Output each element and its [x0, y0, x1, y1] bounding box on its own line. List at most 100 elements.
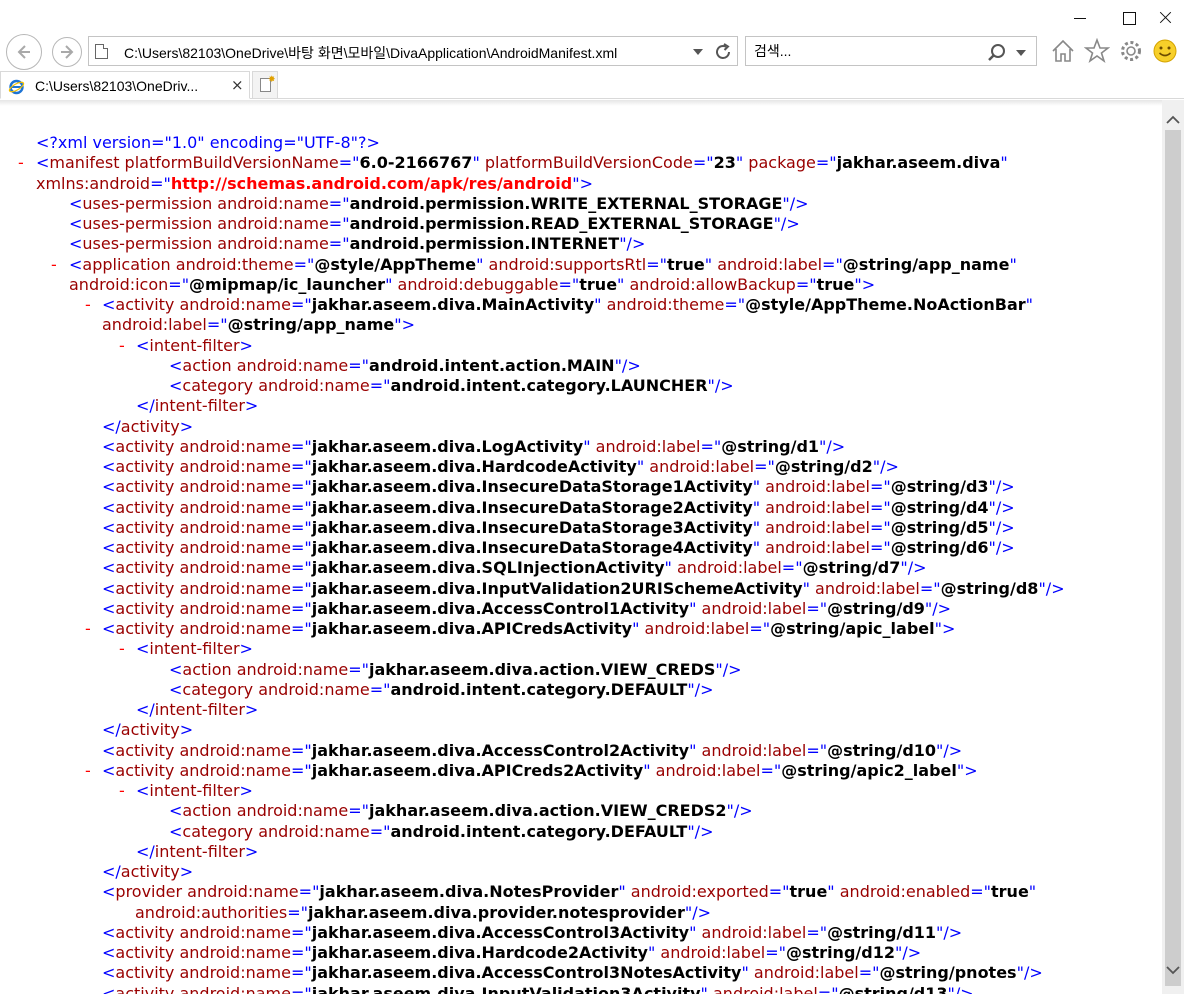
- xml-punctuation: =": [760, 760, 782, 780]
- xml-attribute-value: jakhar.aseem.diva: [836, 153, 1001, 173]
- search-input[interactable]: [754, 42, 974, 60]
- xml-attribute-value: jakhar.aseem.diva.Hardcode2Activity: [311, 943, 648, 962]
- scrollbar-thumb[interactable]: [1165, 130, 1181, 986]
- xml-line-content: android:icon="@mipmap/ic_launcher" andro…: [69, 275, 875, 295]
- xml-punctuation: ": [1009, 254, 1017, 274]
- tab-close-icon[interactable]: ×: [231, 76, 244, 94]
- search-box[interactable]: [745, 36, 1037, 66]
- home-button[interactable]: [1048, 36, 1078, 66]
- xml-attribute-name: android:label: [696, 740, 807, 760]
- collapse-toggle[interactable]: -: [18, 153, 24, 173]
- xml-line-content: </activity>: [102, 417, 193, 437]
- xml-punctuation: ": [752, 497, 761, 517]
- xml-punctuation: <: [136, 781, 150, 800]
- favorites-star-icon: [1084, 38, 1110, 64]
- xml-line: <?xml version="1.0" encoding="UTF-8"?>: [0, 133, 1162, 153]
- settings-gear-icon: [1121, 41, 1141, 61]
- xml-attribute-value: @style/AppTheme.NoActionBar: [745, 295, 1026, 314]
- xml-line: <category android:name="android.intent.c…: [0, 376, 1162, 396]
- search-dropdown-icon[interactable]: [1016, 50, 1026, 56]
- xml-attribute-value: jakhar.aseem.diva.APICreds2Activity: [311, 760, 644, 780]
- back-button[interactable]: [6, 34, 42, 70]
- collapse-toggle[interactable]: -: [85, 619, 91, 639]
- xml-attribute-value: @string/d3: [890, 477, 989, 497]
- xml-attribute-name: android:name: [231, 659, 349, 679]
- xml-punctuation: <: [69, 234, 83, 254]
- feedback-button[interactable]: [1150, 36, 1180, 66]
- xml-line: </intent-filter>: [0, 842, 1162, 862]
- close-window-button[interactable]: [1148, 0, 1184, 36]
- search-icon[interactable]: [986, 42, 1008, 64]
- xml-punctuation: <: [36, 153, 50, 173]
- xml-attribute-name: android:name: [174, 497, 291, 517]
- collapse-toggle[interactable]: -: [51, 255, 57, 275]
- xml-punctuation: =": [822, 254, 843, 274]
- favorites-button[interactable]: [1082, 36, 1112, 66]
- xml-punctuation: <: [169, 659, 183, 679]
- xml-attribute-value: jakhar.aseem.diva.HardcodeActivity: [311, 457, 637, 476]
- xml-punctuation: =": [781, 558, 803, 578]
- collapse-toggle[interactable]: -: [119, 781, 125, 801]
- xml-attribute-name: android:name: [212, 193, 329, 213]
- address-url[interactable]: C:\Users\82103\OneDrive\바탕 화면\모바일\DivaAp…: [124, 43, 684, 63]
- xml-punctuation: <: [169, 376, 183, 395]
- xml-punctuation: =": [290, 922, 312, 942]
- back-arrow-icon: [17, 45, 30, 59]
- xml-attribute-name: android:label: [590, 436, 701, 456]
- xml-attribute-name: android:name: [174, 922, 291, 942]
- xml-attribute-name: android:label: [102, 315, 207, 335]
- vertical-scrollbar[interactable]: [1162, 100, 1184, 994]
- xml-line-content: <activity android:name="jakhar.aseem.div…: [102, 518, 1015, 538]
- xml-attribute-value: @string/apic2_label: [781, 760, 957, 780]
- xml-attribute-name: android:name: [174, 558, 291, 578]
- xml-punctuation: "/>: [726, 801, 753, 821]
- smiley-feedback-icon: [1153, 39, 1177, 63]
- xml-punctuation: >: [239, 781, 253, 800]
- scroll-down-icon[interactable]: [1165, 962, 1181, 978]
- xml-line-content: <application android:theme="@style/AppTh…: [69, 255, 1017, 275]
- xml-line: <action android:name="android.intent.act…: [0, 356, 1162, 376]
- xml-attribute-name: android:name: [231, 801, 349, 821]
- xml-attribute-name: android:name: [174, 436, 291, 456]
- xml-punctuation: =": [869, 517, 891, 537]
- xml-punctuation: <: [102, 457, 116, 476]
- xml-line-content: <activity android:name="jakhar.aseem.div…: [102, 437, 845, 457]
- xml-line-content: <uses-permission android:name="android.p…: [69, 214, 800, 234]
- address-bar[interactable]: C:\Users\82103\OneDrive\바탕 화면\모바일\DivaAp…: [88, 36, 738, 66]
- xml-line: </intent-filter>: [0, 700, 1162, 720]
- xml-punctuation: =": [290, 436, 312, 456]
- xml-punctuation: =": [290, 517, 312, 537]
- xml-attribute-value: jakhar.aseem.diva.SQLInjectionActivity: [311, 558, 665, 578]
- xml-line-content: </intent-filter>: [136, 842, 258, 862]
- xml-punctuation: <: [102, 517, 116, 537]
- xml-punctuation: <: [102, 578, 116, 598]
- xml-punctuation: <: [102, 477, 116, 497]
- xml-attribute-value: jakhar.aseem.diva.InputValidation3Activi…: [311, 983, 701, 994]
- new-tab-button[interactable]: ✸: [252, 71, 278, 99]
- collapse-toggle[interactable]: -: [85, 761, 91, 781]
- xml-punctuation: "/>: [936, 922, 963, 942]
- forward-button[interactable]: [52, 37, 82, 67]
- xml-punctuation: =": [290, 295, 312, 314]
- address-dropdown-icon[interactable]: [693, 49, 703, 55]
- refresh-icon[interactable]: [713, 42, 733, 62]
- xml-punctuation: =": [290, 983, 312, 994]
- xml-punctuation: <: [136, 335, 150, 355]
- xml-punctuation: "/>: [707, 376, 734, 395]
- xml-attribute-name: android:name: [174, 598, 291, 618]
- minimize-button[interactable]: [1062, 0, 1098, 36]
- xml-attribute-name: android:name: [253, 821, 370, 841]
- xml-line: - <activity android:name="jakhar.aseem.di…: [0, 619, 1162, 639]
- maximize-button[interactable]: [1112, 0, 1148, 36]
- settings-button[interactable]: [1116, 36, 1146, 66]
- xml-punctuation: <: [102, 740, 116, 760]
- scroll-up-icon[interactable]: [1165, 112, 1181, 128]
- tab-manifest[interactable]: C:\Users\82103\OneDriv... ×: [0, 71, 250, 99]
- xml-punctuation: </: [136, 841, 155, 861]
- collapse-toggle[interactable]: -: [119, 639, 125, 659]
- xml-attribute-name: android:allowBackup: [624, 274, 796, 294]
- xml-line-content: <intent-filter>: [136, 781, 253, 801]
- collapse-toggle[interactable]: -: [85, 295, 91, 315]
- xml-tag-name: intent-filter: [154, 700, 245, 719]
- collapse-toggle[interactable]: -: [119, 336, 125, 356]
